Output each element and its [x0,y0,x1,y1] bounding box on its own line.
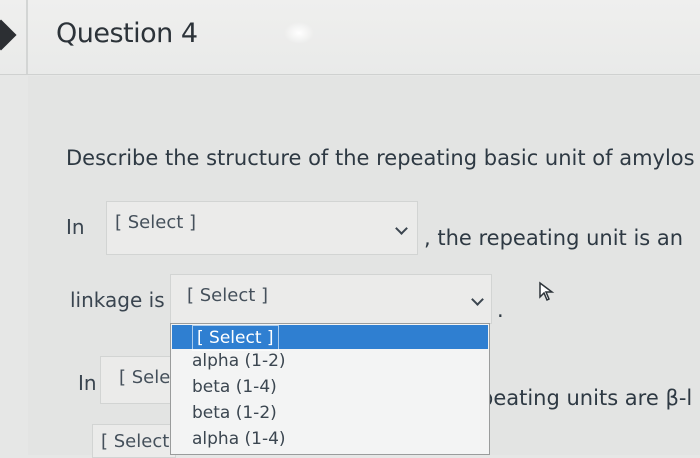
question-marker-icon [0,19,17,51]
select-dropdown-3[interactable]: [ Selec [100,356,180,404]
select-1-value: [ Select ] [115,212,197,233]
row3-label: In [78,371,97,395]
dropdown-options-list: [ Select ] alpha (1-2) beta (1-4) beta (… [170,323,490,455]
mouse-pointer-icon [539,281,555,302]
dropdown-option[interactable]: beta (1-2) [172,401,488,425]
dropdown-option[interactable]: alpha (1-4) [172,427,488,451]
question-header: Question 4 [0,0,700,75]
select-dropdown-2[interactable]: [ Select ] [170,274,492,324]
question-title: Question 4 [56,18,198,49]
row1-label: In [66,215,85,239]
row2-label: linkage is [70,288,165,312]
select-dropdown-1[interactable]: [ Select ] [106,201,418,255]
dropdown-option[interactable]: [ Select ] [172,325,488,351]
chevron-down-icon [395,222,408,235]
row2-text: . [497,298,504,322]
select-2-value: [ Select ] [187,285,269,306]
row1-text: , the repeating unit is an [424,226,684,250]
row3-text: peating units are β-l [480,386,693,410]
select-dropdown-4[interactable]: [ Select ] [92,424,182,458]
question-prompt: Describe the structure of the repeating … [66,146,695,170]
chevron-down-icon [471,293,484,306]
dropdown-option[interactable]: beta (1-4) [172,375,488,399]
divider [26,0,28,74]
dropdown-option[interactable]: alpha (1-2) [172,349,488,373]
screen-glare [284,22,314,44]
